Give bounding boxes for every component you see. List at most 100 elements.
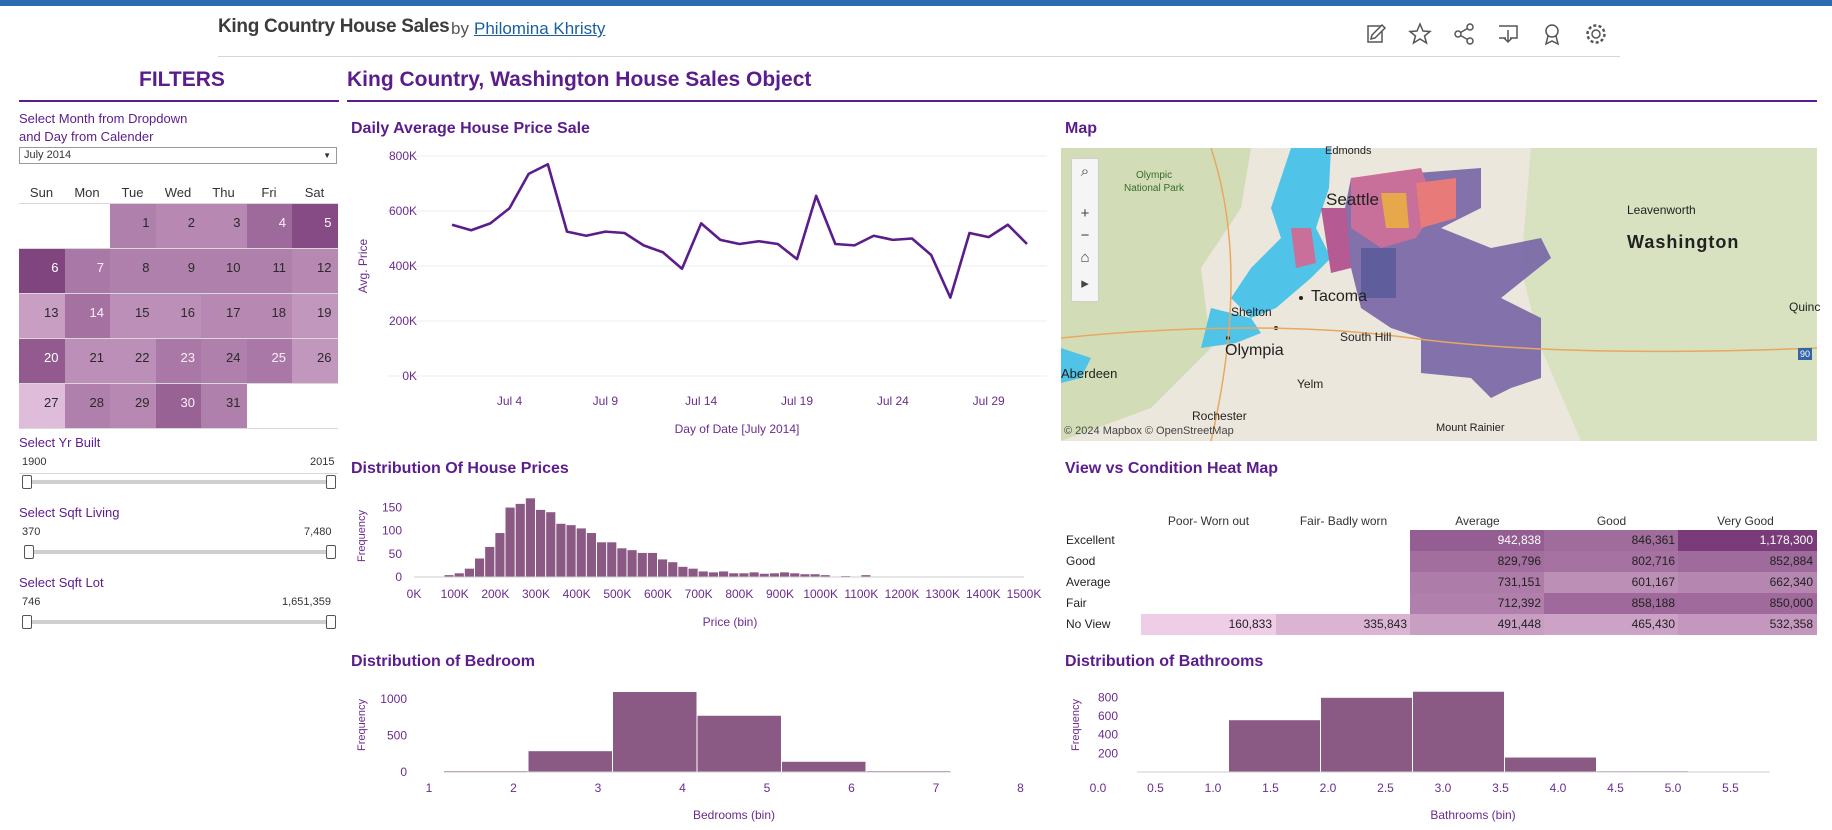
x-tick-label: 8 — [1017, 781, 1024, 795]
calendar-day[interactable]: 8 — [110, 248, 156, 293]
calendar-day[interactable]: 6 — [19, 248, 65, 293]
calendar-day[interactable]: 20 — [19, 338, 65, 383]
x-tick-label: 3.5 — [1492, 781, 1509, 795]
calendar-gridline — [19, 203, 338, 204]
map-label-seattle: Seattle — [1326, 190, 1379, 209]
calendar-day[interactable]: 26 — [292, 338, 338, 383]
calendar-day[interactable]: 25 — [246, 338, 292, 383]
calendar-day[interactable]: 22 — [110, 338, 156, 383]
heatmap-cell: 802,716 — [1544, 551, 1679, 572]
zoom-out-icon[interactable]: − — [1072, 225, 1098, 247]
price-bar — [678, 566, 688, 577]
bedroom-bar — [697, 715, 781, 772]
calendar-day[interactable]: 16 — [155, 293, 201, 338]
calendar-day[interactable]: 24 — [201, 338, 247, 383]
calendar-day[interactable]: 17 — [201, 293, 247, 338]
calendar-day[interactable]: 12 — [292, 248, 338, 293]
home-icon[interactable]: ⌂ — [1072, 247, 1098, 269]
calendar-day[interactable]: 7 — [64, 248, 110, 293]
calendar-day[interactable]: 27 — [19, 383, 65, 428]
weekday-header: Wed — [164, 185, 192, 200]
x-tick-label: 600K — [644, 587, 672, 601]
calendar-day[interactable]: 11 — [246, 248, 292, 293]
settings-icon[interactable] — [1583, 21, 1609, 47]
calendar-day[interactable]: 2 — [155, 203, 201, 248]
calendar-day[interactable]: 28 — [64, 383, 110, 428]
play-icon[interactable]: ▸ — [1072, 273, 1098, 295]
calendar-day[interactable]: 13 — [19, 293, 65, 338]
calendar-day[interactable]: 10 — [201, 248, 247, 293]
yr-built-max: 2015 — [310, 456, 335, 468]
sqft-lot-slider[interactable] — [26, 620, 334, 624]
calendar-day[interactable]: 5 — [292, 203, 338, 248]
calendar-day[interactable]: 31 — [201, 383, 247, 428]
zoom-in-icon[interactable]: + — [1072, 203, 1098, 225]
x-tick-label: 5.0 — [1665, 781, 1682, 795]
bedroom-title: Distribution of Bedroom — [351, 653, 535, 670]
sqft-living-min-handle[interactable] — [24, 545, 34, 559]
sqft-living-label: Select Sqft Living — [19, 505, 120, 520]
yr-built-slider[interactable] — [26, 480, 334, 484]
y-tick-label: 0 — [395, 570, 402, 584]
sqft-lot-min-handle[interactable] — [22, 615, 32, 629]
yr-built-max-handle[interactable] — [326, 475, 336, 489]
heatmap-cell: 160,833 — [1141, 614, 1276, 635]
calendar-day[interactable]: 14 — [64, 293, 110, 338]
x-tick-label: 1400K — [966, 587, 1001, 601]
calendar-day[interactable]: 29 — [110, 383, 156, 428]
download-icon[interactable] — [1495, 21, 1521, 47]
month-dropdown[interactable]: July 2014 ▼ — [19, 147, 337, 164]
share-icon[interactable] — [1451, 21, 1477, 47]
x-tick-label: 1 — [426, 781, 433, 795]
month-label-line2: and Day from Calender — [19, 129, 154, 144]
x-tick-label: 5.5 — [1722, 781, 1739, 795]
y-tick-label: 600 — [1098, 709, 1118, 723]
calendar-day[interactable]: 30 — [155, 383, 201, 428]
heatmap-cell: 846,361 — [1544, 530, 1679, 551]
price-bar — [790, 573, 800, 577]
calendar-day[interactable]: 4 — [246, 203, 292, 248]
map-search-icon[interactable]: ⌕ — [1072, 161, 1098, 183]
calendar-day[interactable]: 19 — [292, 293, 338, 338]
price-bar — [780, 572, 790, 577]
calendar-day[interactable]: 3 — [201, 203, 247, 248]
price-bar — [515, 503, 525, 577]
heatmap-cell: 712,392 — [1410, 593, 1545, 614]
price-bar — [739, 573, 749, 577]
sqft-living-min: 370 — [22, 526, 41, 538]
calendar-day[interactable]: 23 — [155, 338, 201, 383]
y-tick-label: 100 — [382, 524, 402, 538]
author-link[interactable]: Philomina Khristy — [474, 19, 605, 39]
calendar-day[interactable]: 15 — [110, 293, 156, 338]
map-label-shelton: Shelton — [1231, 305, 1272, 319]
sqft-lot-max-handle[interactable] — [326, 615, 336, 629]
daily-line-chart: 0K 200K 400K 600K 800K Jul 4 Jul 9 Jul 14 Jul 19… — [356, 149, 1047, 436]
y-axis-label: Avg. Price — [356, 238, 370, 293]
price-bar — [668, 562, 678, 577]
x-tick-label: 5 — [764, 781, 771, 795]
x-tick-label: 1500K — [1007, 587, 1042, 601]
x-tick-label: 0.0 — [1090, 781, 1107, 795]
edit-icon[interactable] — [1363, 21, 1389, 47]
yr-built-min-handle[interactable] — [22, 475, 32, 489]
calendar-day[interactable]: 1 — [110, 203, 156, 248]
sqft-living-max-handle[interactable] — [326, 545, 336, 559]
daily-chart-title: Daily Average House Price Sale — [351, 120, 590, 137]
x-tick-label: Jul 24 — [877, 394, 909, 408]
calendar-day[interactable]: 18 — [246, 293, 292, 338]
yr-built-min: 1900 — [22, 456, 47, 468]
map-label-washington: Washington — [1627, 232, 1740, 252]
calendar-day[interactable]: 21 — [64, 338, 110, 383]
sqft-lot-label: Select Sqft Lot — [19, 575, 104, 590]
x-tick-label: 2 — [510, 781, 517, 795]
x-tick-label: 3 — [595, 781, 602, 795]
star-icon[interactable] — [1407, 21, 1433, 47]
price-bar — [708, 572, 718, 577]
price-bar — [627, 550, 637, 577]
map-label-aberdeen: Aberdeen — [1061, 366, 1118, 381]
price-bar — [719, 571, 729, 577]
calendar-day[interactable]: 9 — [155, 248, 201, 293]
sqft-living-slider[interactable] — [26, 550, 334, 554]
main-title: King Country, Washington House Sales Obj… — [347, 68, 812, 91]
badge-icon[interactable] — [1539, 21, 1565, 47]
